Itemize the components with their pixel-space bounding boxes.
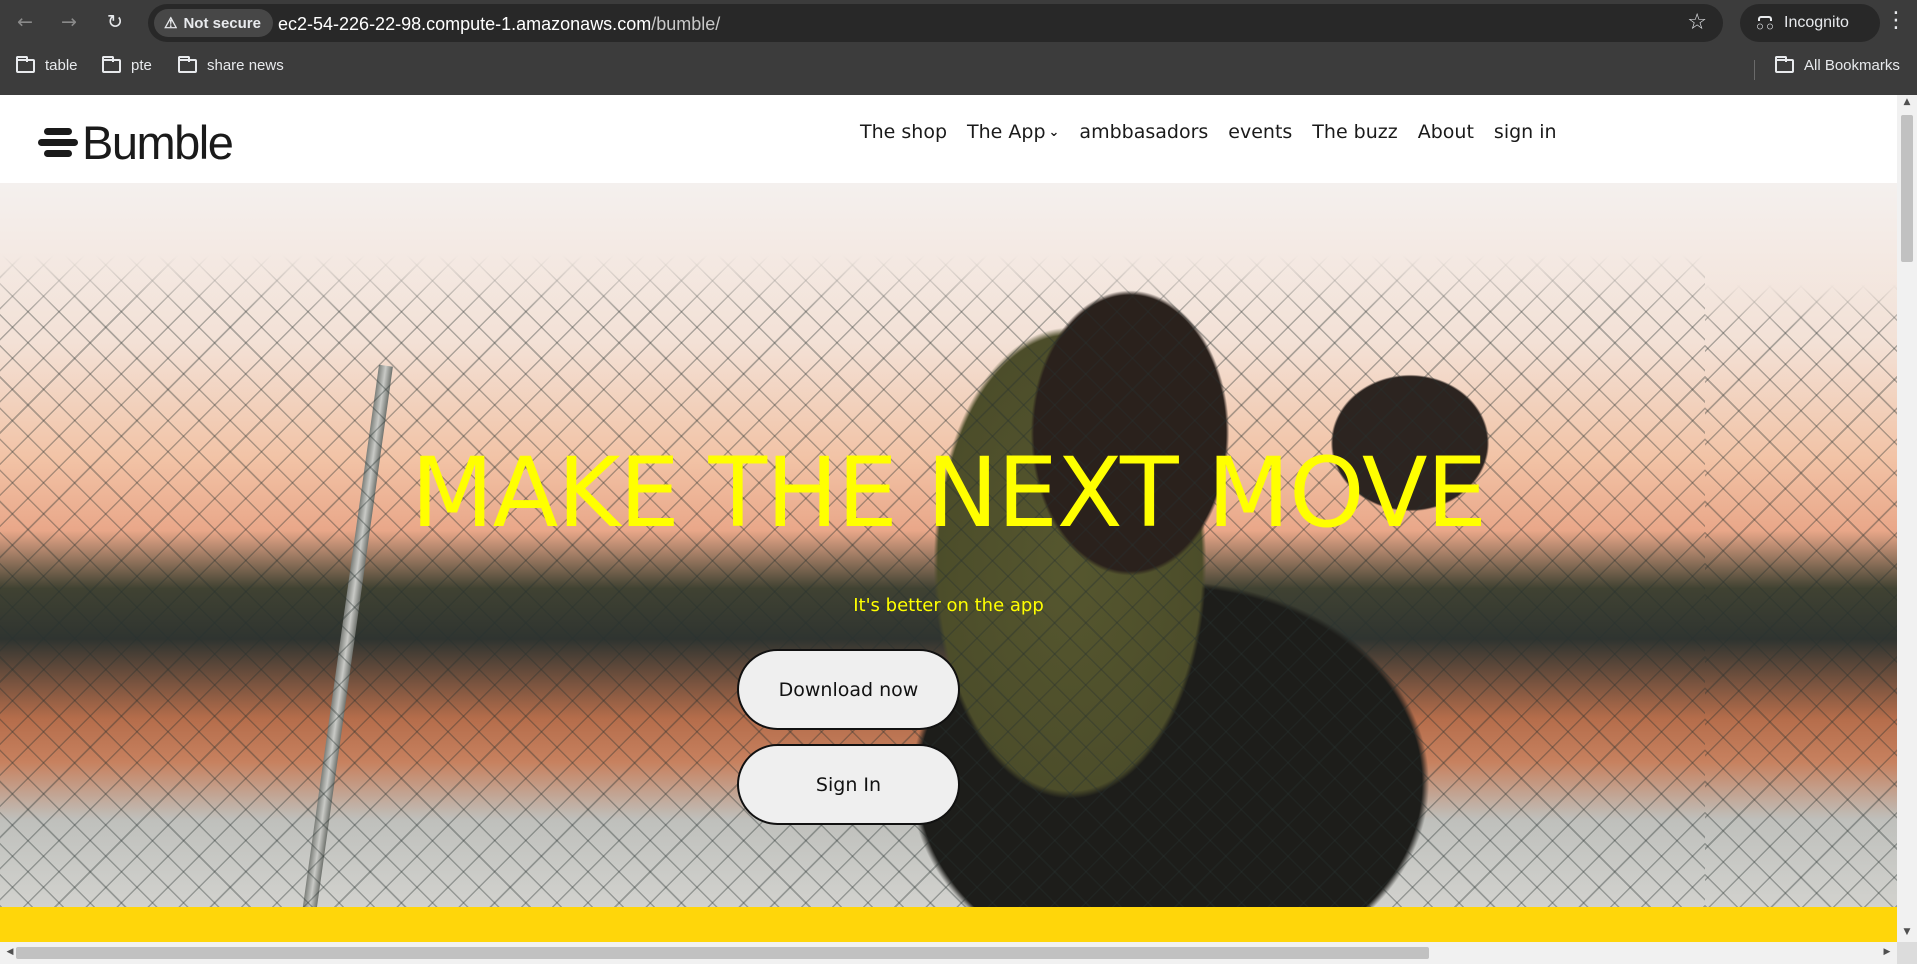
bookmark-table[interactable]: table — [16, 55, 78, 74]
vertical-scroll-thumb[interactable] — [1901, 115, 1913, 262]
browser-chrome: ← → ↻ ⚠ Not secure ec2-54-226-22-98.comp… — [0, 0, 1917, 95]
hero-photo-side — [1705, 183, 1897, 907]
bookmark-label: pte — [131, 57, 152, 74]
back-arrow-icon[interactable]: ← — [10, 7, 40, 37]
kebab-menu-icon[interactable]: ⋮ — [1885, 8, 1907, 33]
nav-the-app[interactable]: The App ⌄ — [967, 121, 1059, 143]
folder-icon — [102, 55, 121, 73]
site-header: Bumble The shop The App ⌄ ambbasadors ev… — [0, 95, 1897, 183]
address-bar[interactable]: ⚠ Not secure ec2-54-226-22-98.compute-1.… — [148, 4, 1723, 42]
yellow-band — [0, 907, 1897, 942]
bookmark-star-icon[interactable]: ☆ — [1687, 10, 1707, 35]
bookmarks-divider — [1754, 60, 1755, 80]
logo-text: Bumble — [82, 116, 234, 169]
incognito-icon — [1756, 16, 1774, 30]
scroll-up-arrow-icon[interactable]: ▲ — [1897, 97, 1917, 107]
nav-ambbasadors[interactable]: ambbasadors — [1079, 121, 1208, 143]
hero-title: MAKE THE NEXT MOVE — [410, 437, 1487, 549]
folder-icon — [1775, 55, 1794, 73]
horizontal-scroll-thumb[interactable] — [16, 947, 1429, 959]
sign-in-button[interactable]: Sign In — [737, 744, 960, 825]
url-text[interactable]: ec2-54-226-22-98.compute-1.amazonaws.com… — [278, 14, 720, 35]
bookmark-label: share news — [207, 57, 284, 74]
bookmark-label: table — [45, 57, 78, 74]
warning-icon: ⚠ — [164, 15, 178, 32]
hero-subtitle: It's better on the app — [853, 595, 1044, 616]
security-indicator[interactable]: ⚠ Not secure — [154, 9, 273, 37]
bumble-logo[interactable]: Bumble — [38, 116, 234, 169]
hero-section: MAKE THE NEXT MOVE It's better on the ap… — [0, 183, 1897, 907]
bookmark-share-news[interactable]: share news — [178, 55, 284, 74]
all-bookmarks[interactable]: All Bookmarks — [1775, 55, 1900, 74]
reload-icon[interactable]: ↻ — [100, 7, 130, 37]
folder-icon — [178, 55, 197, 73]
horizontal-scrollbar[interactable]: ◀ ▶ — [0, 942, 1897, 964]
nav-the-buzz[interactable]: The buzz — [1312, 121, 1397, 143]
incognito-badge[interactable]: Incognito — [1740, 4, 1880, 42]
scrollbar-corner — [1897, 942, 1917, 964]
nav-the-shop[interactable]: The shop — [860, 121, 947, 143]
incognito-label: Incognito — [1784, 14, 1849, 31]
nav-events[interactable]: events — [1228, 121, 1292, 143]
all-bookmarks-label: All Bookmarks — [1804, 57, 1900, 74]
bumble-logo-icon — [38, 124, 78, 162]
scroll-down-arrow-icon[interactable]: ▼ — [1897, 927, 1917, 937]
scroll-right-arrow-icon[interactable]: ▶ — [1877, 947, 1897, 957]
nav-the-app-label: The App — [967, 121, 1046, 143]
chevron-down-icon: ⌄ — [1048, 124, 1060, 140]
url-host: ec2-54-226-22-98.compute-1.amazonaws.com — [278, 14, 652, 34]
url-path: /bumble/ — [651, 14, 721, 34]
download-now-button[interactable]: Download now — [737, 649, 960, 730]
bookmark-pte[interactable]: pte — [102, 55, 152, 74]
page-viewport: Bumble The shop The App ⌄ ambbasadors ev… — [0, 95, 1897, 942]
main-nav: The shop The App ⌄ ambbasadors events Th… — [860, 121, 1577, 143]
forward-arrow-icon[interactable]: → — [54, 7, 84, 37]
security-label: Not secure — [183, 14, 261, 32]
nav-about[interactable]: About — [1418, 121, 1474, 143]
nav-sign-in[interactable]: sign in — [1494, 121, 1557, 143]
folder-icon — [16, 55, 35, 73]
vertical-scrollbar[interactable]: ▲ ▼ — [1897, 95, 1917, 942]
